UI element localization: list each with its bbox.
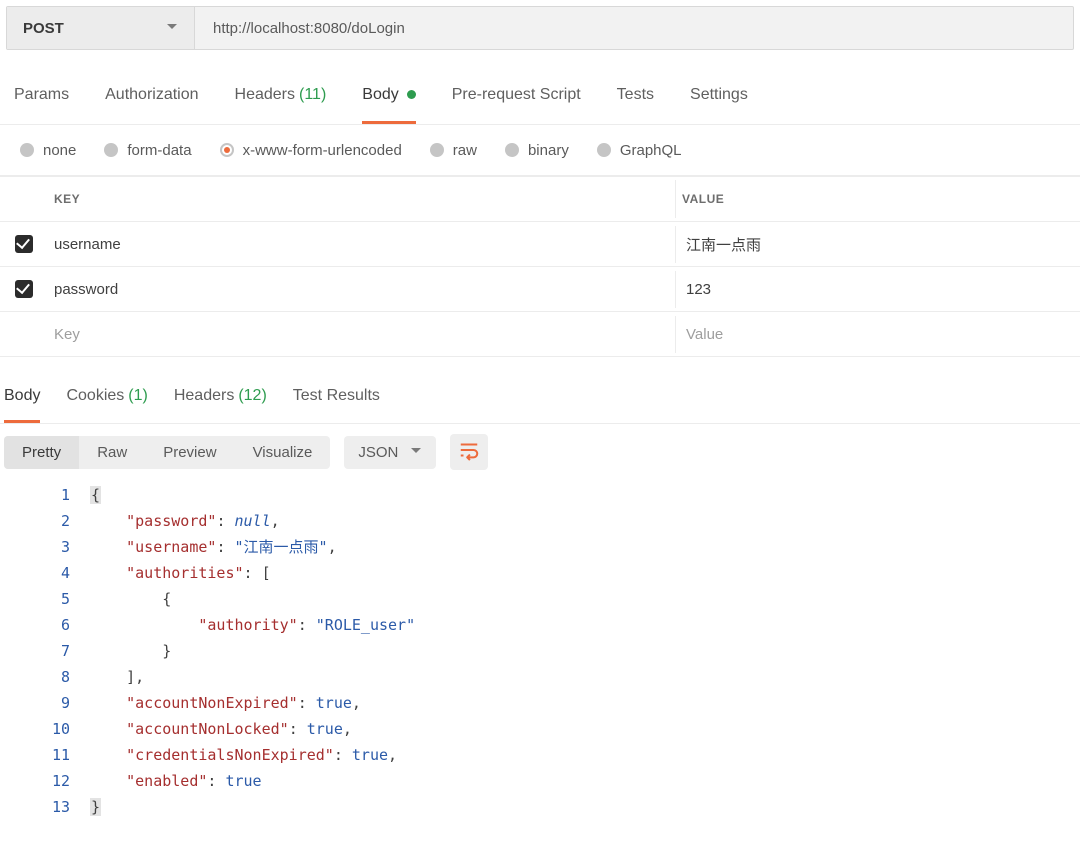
view-mode-group: Pretty Raw Preview Visualize bbox=[4, 436, 330, 469]
radio-urlencoded-label: x-www-form-urlencoded bbox=[243, 142, 402, 159]
view-mode-visualize[interactable]: Visualize bbox=[235, 436, 331, 469]
resp-tab-headers-count: (12) bbox=[238, 387, 266, 405]
tab-prerequest[interactable]: Pre-request Script bbox=[452, 68, 581, 124]
radio-none[interactable]: none bbox=[20, 142, 76, 159]
radio-circle-icon bbox=[430, 143, 444, 157]
body-type-radio-group: none form-data x-www-form-urlencoded raw… bbox=[0, 125, 1080, 176]
tab-settings[interactable]: Settings bbox=[690, 68, 748, 124]
radio-circle-icon bbox=[505, 143, 519, 157]
radio-graphql[interactable]: GraphQL bbox=[597, 142, 682, 159]
tab-prerequest-label: Pre-request Script bbox=[452, 86, 581, 104]
tab-body[interactable]: Body bbox=[362, 68, 415, 124]
row-checkbox[interactable] bbox=[15, 235, 33, 253]
line-number-gutter: 12345678910111213 bbox=[0, 482, 90, 820]
kv-header-key: KEY bbox=[48, 180, 676, 218]
tab-settings-label: Settings bbox=[690, 86, 748, 104]
radio-raw[interactable]: raw bbox=[430, 142, 477, 159]
response-lang-select[interactable]: JSON bbox=[344, 436, 436, 469]
resp-tab-headers[interactable]: Headers (12) bbox=[174, 371, 267, 423]
url-text: http://localhost:8080/doLogin bbox=[213, 20, 405, 37]
table-row-empty: Key Value bbox=[0, 312, 1080, 357]
view-mode-pretty[interactable]: Pretty bbox=[4, 436, 79, 469]
response-tabs: Body Cookies (1) Headers (12) Test Resul… bbox=[0, 371, 1080, 424]
tab-params[interactable]: Params bbox=[14, 68, 69, 124]
response-body-code: { "password": null, "username": "江南一点雨",… bbox=[90, 482, 1080, 820]
request-url-bar: POST http://localhost:8080/doLogin bbox=[6, 6, 1074, 50]
wrap-lines-button[interactable] bbox=[450, 434, 488, 470]
http-method-select[interactable]: POST bbox=[7, 7, 195, 49]
radio-none-label: none bbox=[43, 142, 76, 159]
tab-headers-label: Headers bbox=[235, 86, 295, 104]
tab-tests[interactable]: Tests bbox=[617, 68, 654, 124]
kv-value-input[interactable]: Value bbox=[676, 316, 1080, 353]
kv-header-value: VALUE bbox=[676, 180, 1080, 218]
resp-tab-body-label: Body bbox=[4, 387, 40, 405]
tab-params-label: Params bbox=[14, 86, 69, 104]
form-kv-table: KEY VALUE username 江南一点雨 password 123 Ke… bbox=[0, 176, 1080, 357]
request-tabs: Params Authorization Headers (11) Body P… bbox=[0, 68, 1080, 125]
resp-tab-tests[interactable]: Test Results bbox=[293, 371, 380, 423]
radio-urlencoded[interactable]: x-www-form-urlencoded bbox=[220, 142, 402, 159]
kv-key-input[interactable]: Key bbox=[48, 316, 676, 353]
radio-circle-icon bbox=[597, 143, 611, 157]
tab-headers-count: (11) bbox=[299, 86, 326, 104]
radio-graphql-label: GraphQL bbox=[620, 142, 682, 159]
view-mode-preview[interactable]: Preview bbox=[145, 436, 234, 469]
view-mode-raw[interactable]: Raw bbox=[79, 436, 145, 469]
tab-authorization-label: Authorization bbox=[105, 86, 198, 104]
table-row: password 123 bbox=[0, 267, 1080, 312]
wrap-lines-icon bbox=[458, 439, 480, 465]
radio-form-data[interactable]: form-data bbox=[104, 142, 191, 159]
response-lang-label: JSON bbox=[358, 444, 398, 461]
tab-authorization[interactable]: Authorization bbox=[105, 68, 198, 124]
tab-tests-label: Tests bbox=[617, 86, 654, 104]
tab-headers[interactable]: Headers (11) bbox=[235, 68, 327, 124]
url-input[interactable]: http://localhost:8080/doLogin bbox=[195, 7, 1073, 49]
tab-body-label: Body bbox=[362, 86, 398, 104]
resp-tab-body[interactable]: Body bbox=[4, 371, 40, 423]
row-checkbox[interactable] bbox=[15, 280, 33, 298]
radio-raw-label: raw bbox=[453, 142, 477, 159]
resp-tab-tests-label: Test Results bbox=[293, 387, 380, 405]
resp-tab-cookies-count: (1) bbox=[128, 387, 148, 405]
radio-circle-icon bbox=[220, 143, 234, 157]
kv-header-row: KEY VALUE bbox=[0, 177, 1080, 222]
table-row: username 江南一点雨 bbox=[0, 222, 1080, 267]
radio-binary[interactable]: binary bbox=[505, 142, 569, 159]
kv-value-input[interactable]: 123 bbox=[676, 271, 1080, 308]
kv-value-input[interactable]: 江南一点雨 bbox=[676, 224, 1080, 265]
kv-key-input[interactable]: username bbox=[48, 226, 676, 263]
radio-form-data-label: form-data bbox=[127, 142, 191, 159]
chevron-down-icon bbox=[166, 20, 178, 37]
radio-binary-label: binary bbox=[528, 142, 569, 159]
radio-circle-icon bbox=[104, 143, 118, 157]
response-body-editor[interactable]: 12345678910111213 { "password": null, "u… bbox=[0, 480, 1080, 820]
resp-tab-cookies[interactable]: Cookies (1) bbox=[66, 371, 147, 423]
chevron-down-icon bbox=[410, 444, 422, 461]
http-method-label: POST bbox=[23, 20, 64, 37]
resp-tab-headers-label: Headers bbox=[174, 387, 234, 405]
kv-key-input[interactable]: password bbox=[48, 271, 676, 308]
tab-body-active-dot-icon bbox=[407, 90, 416, 99]
resp-tab-cookies-label: Cookies bbox=[66, 387, 124, 405]
response-toolbar: Pretty Raw Preview Visualize JSON bbox=[0, 424, 1080, 480]
radio-circle-icon bbox=[20, 143, 34, 157]
